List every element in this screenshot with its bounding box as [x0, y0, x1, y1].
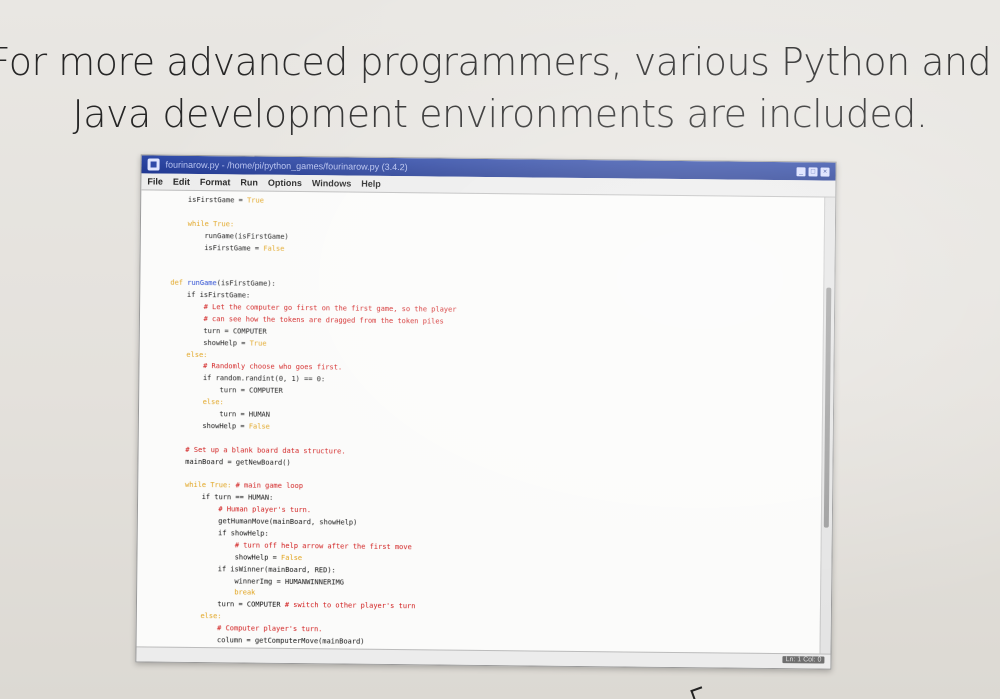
code-token: isFirstGame = — [187, 195, 248, 205]
cursor-position: Ln: 1 Col: 0 — [782, 656, 825, 664]
code-token: showHelp = — [202, 421, 249, 431]
minimize-button[interactable]: _ — [796, 166, 806, 176]
menu-file[interactable]: File — [147, 176, 163, 186]
scrollbar-thumb[interactable] — [823, 287, 832, 528]
menu-options[interactable]: Options — [268, 178, 302, 188]
code-token: getHumanMove(mainBoard, showHelp) — [218, 517, 358, 527]
code-token: # Set up a blank board data structure. — [185, 445, 346, 456]
code-token: def — [170, 278, 188, 288]
code-token: turn = HUMAN — [219, 410, 270, 419]
code-token: runGame — [187, 279, 217, 288]
code-token: if isWinner(mainBoard, RED): — [217, 564, 336, 575]
code-token: if showHelp: — [218, 529, 269, 538]
code-token: if turn == HUMAN: — [201, 493, 274, 503]
code-token: else: — [186, 350, 208, 359]
code-token: # can see how the tokens are dragged fro… — [203, 314, 444, 326]
code-token: if random.randint(0, 1) == 0: — [202, 374, 326, 384]
mouse-pointer-icon — [690, 686, 706, 699]
code-token: False — [263, 244, 285, 253]
code-token: # Randomly choose who goes first. — [203, 362, 343, 372]
code-token: while True: — [187, 219, 235, 229]
slide-title-line-1: For more advanced programmers, various P… — [0, 40, 992, 84]
code-token: # Computer player's turn. — [217, 624, 323, 634]
code-token: else: — [200, 612, 222, 621]
code-token: # Let the computer go first on the first… — [203, 303, 457, 314]
menu-help[interactable]: Help — [361, 179, 381, 189]
idle-editor-window: fourinarow.py - /home/pi/python_games/fo… — [135, 154, 837, 670]
code-token: winnerImg = HUMANWINNERIMG — [234, 576, 345, 587]
menu-edit[interactable]: Edit — [173, 177, 190, 187]
code-token: turn = COMPUTER — [217, 600, 285, 610]
slide-title: For more advanced programmers, various P… — [0, 36, 1000, 140]
code-token: isFirstGame = — [204, 243, 264, 253]
code-token: column = getComputerMove(mainBoard) — [216, 636, 365, 646]
code-editor[interactable]: isFirstGame = True while True: runGame(isF… — [137, 190, 826, 655]
code-token: True — [249, 339, 267, 348]
code-token: turn = COMPUTER — [203, 326, 267, 336]
menu-run[interactable]: Run — [240, 177, 258, 187]
maximize-button[interactable]: □ — [808, 166, 818, 176]
menu-format[interactable]: Format — [200, 177, 231, 187]
code-token: while True: — [184, 481, 236, 490]
slide-title-line-2: Java development environments are includ… — [72, 92, 928, 136]
code-token: # turn off help arrow after the first mo… — [234, 541, 412, 552]
menu-windows[interactable]: Windows — [312, 178, 352, 188]
code-token: True — [246, 196, 264, 205]
python-app-icon — [147, 158, 160, 171]
code-token: False — [280, 553, 303, 562]
code-token: runGame(isFirstGame) — [204, 231, 289, 241]
code-token: else: — [202, 398, 224, 407]
close-button[interactable]: × — [820, 166, 830, 177]
code-token: False — [248, 422, 270, 431]
code-token: break — [234, 588, 256, 597]
code-token: (isFirstGame): — [216, 279, 276, 289]
code-token: turn = COMPUTER — [219, 386, 283, 396]
code-token: if isFirstGame: — [186, 290, 251, 300]
code-token: # main game loop — [235, 481, 304, 491]
code-token: # switch to other player's turn — [284, 601, 416, 611]
code-token: mainBoard = getNewBoard() — [185, 457, 291, 467]
code-token: showHelp = — [203, 338, 250, 348]
window-controls: _ □ × — [796, 166, 830, 177]
code-token: # Human player's turn. — [218, 505, 312, 515]
code-token: showHelp = — [234, 553, 282, 562]
